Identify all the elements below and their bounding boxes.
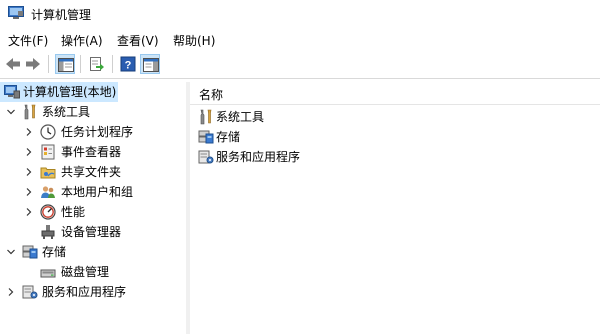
disk-icon (40, 264, 56, 280)
show-hide-tree-button[interactable] (55, 54, 75, 74)
chevron-down-icon[interactable] (6, 102, 16, 122)
chevron-right-icon[interactable] (24, 202, 34, 222)
shared-folder-icon (40, 164, 56, 180)
tools-icon (22, 104, 38, 120)
storage-icon (22, 244, 38, 260)
tree-label: 计算机管理(本地) (23, 85, 117, 99)
menu-file[interactable]: 文件(F) (8, 32, 48, 49)
toolbar-separator (112, 55, 113, 73)
tree-item-disk-management[interactable]: 磁盘管理 (0, 262, 186, 282)
export-list-icon (90, 57, 104, 71)
chevron-right-icon[interactable] (24, 142, 34, 162)
tree-item-device-manager[interactable]: 设备管理器 (0, 222, 186, 242)
tree-item-task-scheduler[interactable]: 任务计划程序 (0, 122, 186, 142)
properties-button[interactable] (140, 54, 160, 74)
tree-label: 性能 (61, 205, 86, 219)
tree-label: 存储 (42, 245, 67, 259)
tree-label: 任务计划程序 (61, 125, 134, 139)
tree-item-system-tools[interactable]: 系统工具 (0, 102, 186, 122)
chevron-down-icon[interactable] (6, 242, 16, 262)
tree-item-services-applications[interactable]: 服务和应用程序 (0, 282, 186, 302)
title-bar: 计算机管理 (0, 0, 600, 28)
toolbar-separator (48, 55, 49, 73)
properties-icon (143, 58, 159, 72)
list-item-label: 服务和应用程序 (216, 150, 301, 164)
forward-icon (26, 58, 40, 70)
tree-root-computer-management[interactable]: 计算机管理(本地) (0, 82, 118, 102)
performance-icon (40, 204, 56, 220)
tree-item-event-viewer[interactable]: 事件查看器 (0, 142, 186, 162)
details-pane[interactable]: 名称 系统工具 存储 服务和应用程序 (190, 82, 600, 334)
event-log-icon (40, 144, 56, 160)
tree-item-performance[interactable]: 性能 (0, 202, 186, 222)
storage-icon (198, 129, 214, 145)
tree-item-local-users-groups[interactable]: 本地用户和组 (0, 182, 186, 202)
users-icon (40, 184, 56, 200)
toolbar: ? (0, 50, 600, 79)
back-icon (6, 58, 20, 70)
device-manager-icon (40, 224, 56, 240)
chevron-right-icon[interactable] (6, 282, 16, 302)
tree-label: 设备管理器 (61, 225, 122, 239)
help-icon: ? (120, 56, 136, 72)
tree-item-storage[interactable]: 存储 (0, 242, 186, 262)
menu-action[interactable]: 操作(A) (61, 32, 103, 49)
column-header-label: 名称 (199, 88, 224, 102)
toolbar-separator (80, 55, 81, 73)
chevron-right-icon[interactable] (24, 182, 34, 202)
chevron-right-icon[interactable] (24, 162, 34, 182)
console-tree[interactable]: 计算机管理(本地) 系统工具 任务计划程序 事件查看器 共享文件夹 本地用户和组… (0, 82, 187, 334)
computer-management-app-icon (8, 6, 24, 20)
column-header-name[interactable]: 名称 (190, 82, 600, 105)
export-list-button[interactable] (87, 54, 107, 74)
tree-label: 事件查看器 (61, 145, 122, 159)
menu-view[interactable]: 查看(V) (117, 32, 159, 49)
tree-label: 服务和应用程序 (42, 285, 127, 299)
show-hide-tree-icon (58, 58, 74, 72)
services-icon (22, 284, 38, 300)
clock-icon (40, 124, 56, 140)
help-button[interactable]: ? (118, 54, 138, 74)
tree-label: 磁盘管理 (61, 265, 110, 279)
chevron-right-icon[interactable] (24, 122, 34, 142)
menu-bar: 文件(F) 操作(A) 查看(V) 帮助(H) (0, 28, 600, 50)
window-title: 计算机管理 (31, 8, 92, 22)
tree-label: 本地用户和组 (61, 185, 134, 199)
tools-icon (198, 109, 214, 125)
computer-management-icon (4, 84, 20, 100)
forward-button[interactable] (23, 54, 43, 74)
tree-item-shared-folders[interactable]: 共享文件夹 (0, 162, 186, 182)
back-button[interactable] (3, 54, 23, 74)
tree-label: 系统工具 (42, 105, 91, 119)
tree-label: 共享文件夹 (61, 165, 122, 179)
svg-text:?: ? (125, 60, 132, 72)
list-item-label: 系统工具 (216, 110, 265, 124)
services-icon (198, 149, 214, 165)
menu-help[interactable]: 帮助(H) (173, 32, 215, 49)
list-item-label: 存储 (216, 130, 241, 144)
